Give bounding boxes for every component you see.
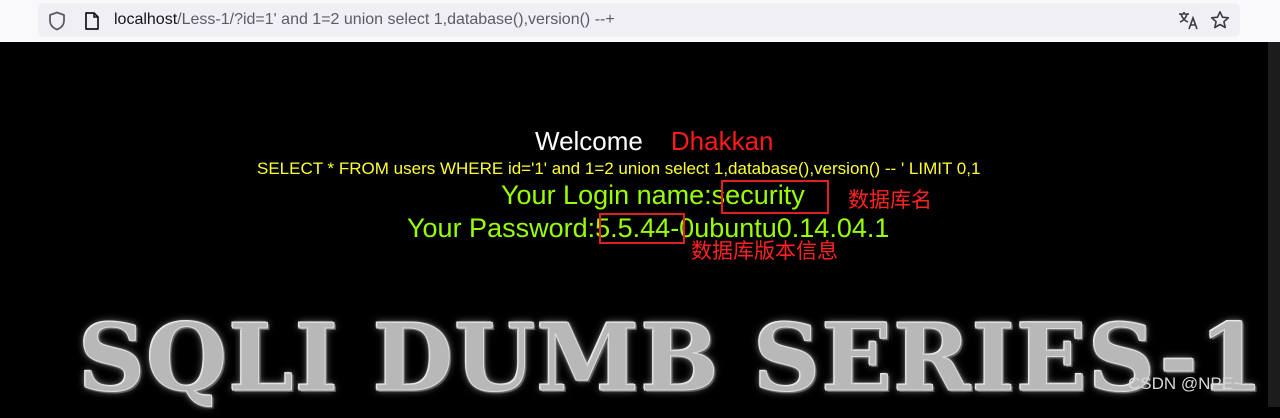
login-label: Your Login name: [501,180,712,210]
sql-query: SELECT * FROM users WHERE id='1' and 1=2… [257,159,981,178]
welcome-line: Welcome Dhakkan [535,126,774,157]
annotation-db-name: 数据库名 [848,188,932,212]
annotation-db-version: 数据库版本信息 [691,239,838,263]
star-icon[interactable] [1210,10,1230,30]
address-bar[interactable]: localhost/Less-1/?id=1' and 1=2 union se… [38,3,1240,37]
series-banner: SQLI DUMB SERIES-1 [78,307,1265,418]
password-label: Your Password: [407,213,596,243]
translate-icon[interactable] [1178,10,1200,30]
url-host: localhost [114,11,178,28]
url-path: /Less-1/?id=1' and 1=2 union select 1,da… [177,11,615,28]
page-content: Welcome Dhakkan SELECT * FROM users WHERE… [0,42,1268,408]
url-text[interactable]: localhost/Less-1/?id=1' and 1=2 union se… [114,11,615,29]
page-icon [85,12,99,30]
welcome-label: Welcome [535,126,643,156]
shield-icon[interactable] [48,11,66,31]
database-highlight-box [721,180,829,214]
browser-toolbar: localhost/Less-1/?id=1' and 1=2 union se… [0,0,1280,42]
version-highlight-box [599,213,685,244]
welcome-name: Dhakkan [670,126,774,156]
csdn-watermark: CSDN @NPE~ [1128,374,1244,393]
scrollbar[interactable] [1268,42,1280,407]
